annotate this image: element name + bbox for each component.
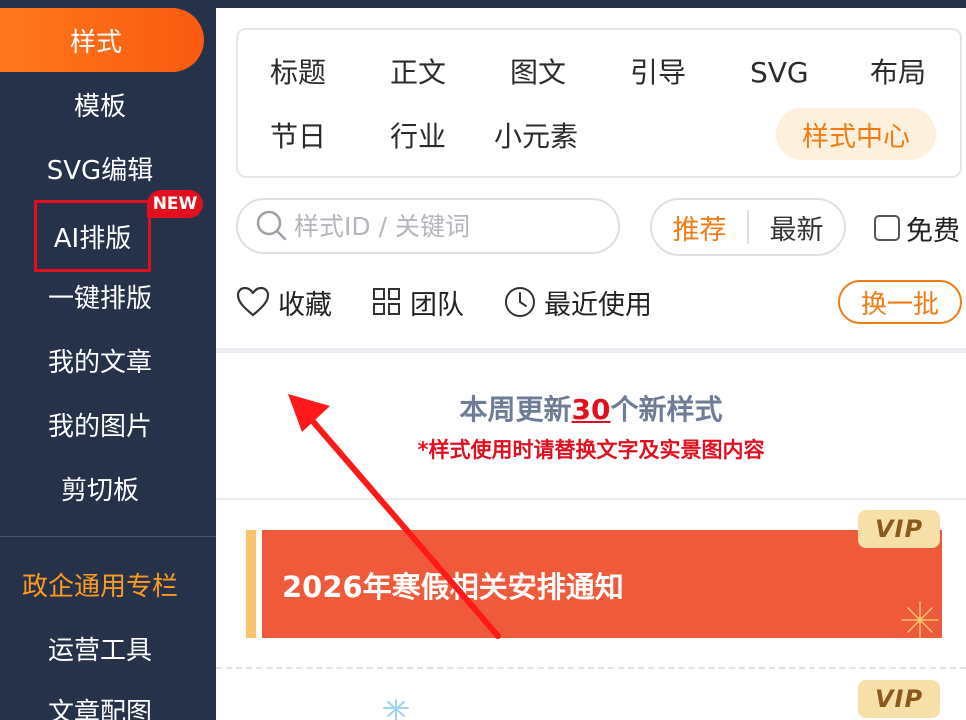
team-grid-icon <box>373 288 400 315</box>
free-checkbox[interactable] <box>874 215 900 241</box>
sidebar-divider <box>0 536 216 537</box>
sidebar-item-svg-editor[interactable]: SVG编辑 <box>0 144 200 192</box>
sidebar-item-clipboard[interactable]: 剪切板 <box>0 464 200 512</box>
clock-icon <box>505 287 535 317</box>
update-prefix: 本周更新 <box>459 393 572 426</box>
snowflake-icon <box>383 699 409 720</box>
vip-badge: VIP <box>858 510 940 548</box>
section-divider <box>216 498 966 500</box>
sidebar-item-label: 剪切板 <box>60 475 139 506</box>
sidebar-item-label: 样式 <box>69 27 122 58</box>
sidebar-item-label: 模板 <box>73 91 126 122</box>
new-badge: NEW <box>147 190 203 218</box>
sidebar-item-label: 运营工具 <box>47 635 152 666</box>
category-body[interactable]: 正文 <box>390 56 446 90</box>
sidebar-item-label: 我的图片 <box>47 411 152 442</box>
favorites-button[interactable]: 收藏 <box>236 280 332 324</box>
sidebar-item-my-articles[interactable]: 我的文章 <box>0 336 200 384</box>
style-card[interactable]: 2026年寒假相关安排通知 <box>246 530 942 638</box>
content-divider <box>216 348 966 353</box>
category-panel: 标题 正文 图文 引导 SVG 布局 节日 行业 小元素 样式中心 <box>236 28 962 178</box>
sort-latest-button[interactable]: 最新 <box>749 208 844 247</box>
sidebar-item-styles[interactable]: 样式 <box>0 8 204 72</box>
firework-icon <box>901 601 939 638</box>
card-divider <box>216 667 966 669</box>
recent-button[interactable]: 最近使用 <box>504 280 652 324</box>
category-holiday[interactable]: 节日 <box>270 120 326 154</box>
sidebar-item-label: 一键排版 <box>47 283 152 314</box>
team-button[interactable]: 团队 <box>372 280 464 324</box>
sort-recommend-button[interactable]: 推荐 <box>652 208 747 247</box>
sidebar-item-my-images[interactable]: 我的图片 <box>0 400 200 448</box>
category-guide[interactable]: 引导 <box>630 56 686 90</box>
heart-icon <box>236 286 270 317</box>
sidebar-item-label: SVG编辑 <box>46 155 154 186</box>
team-label: 团队 <box>410 289 464 321</box>
sidebar-item-article-images[interactable]: 文章配图 <box>0 686 200 720</box>
sidebar-item-gov-column[interactable]: 政企通用专栏 <box>0 560 200 608</box>
category-svg[interactable]: SVG <box>750 56 809 90</box>
category-industry[interactable]: 行业 <box>390 120 446 154</box>
card-body: 2026年寒假相关安排通知 <box>262 530 942 638</box>
sidebar-item-label: 文章配图 <box>47 697 152 720</box>
weekly-update-title: 本周更新30个新样式 <box>216 388 966 428</box>
vip-badge: VIP <box>858 680 940 718</box>
top-bar <box>216 0 966 8</box>
search-box <box>236 198 620 254</box>
sidebar-item-label: 政企通用专栏 <box>21 571 178 602</box>
update-count[interactable]: 30 <box>572 393 611 426</box>
swap-batch-button[interactable]: 换一批 <box>838 280 962 324</box>
category-image-text[interactable]: 图文 <box>510 56 566 90</box>
sidebar-item-one-click-layout[interactable]: 一键排版 <box>0 272 200 320</box>
category-title[interactable]: 标题 <box>270 56 326 90</box>
sidebar: 样式 模板 SVG编辑 AI排版 NEW 一键排版 我的文章 我的图片 剪切板 … <box>0 0 216 720</box>
sidebar-item-ops-tools[interactable]: 运营工具 <box>0 624 200 672</box>
search-icon <box>256 210 287 241</box>
free-filter[interactable]: 免费 <box>874 208 960 248</box>
update-suffix: 个新样式 <box>610 393 723 426</box>
sidebar-item-label: 我的文章 <box>47 347 152 378</box>
sort-toggle: 推荐 最新 <box>650 198 846 256</box>
sidebar-item-templates[interactable]: 模板 <box>0 80 200 128</box>
favorites-label: 收藏 <box>278 289 332 321</box>
usage-note: *样式使用时请替换文字及实景图内容 <box>417 438 765 462</box>
free-label: 免费 <box>906 215 960 247</box>
sidebar-item-label: AI排版 <box>53 223 132 254</box>
category-layout[interactable]: 布局 <box>870 56 926 90</box>
card-title: 2026年寒假相关安排通知 <box>282 570 624 604</box>
sidebar-item-ai-layout[interactable]: AI排版 <box>34 200 151 272</box>
search-input[interactable] <box>294 211 594 241</box>
recent-label: 最近使用 <box>544 289 652 321</box>
card-accent-stripe <box>246 530 256 638</box>
category-small-elements[interactable]: 小元素 <box>494 120 578 154</box>
style-center-button[interactable]: 样式中心 <box>776 108 936 160</box>
